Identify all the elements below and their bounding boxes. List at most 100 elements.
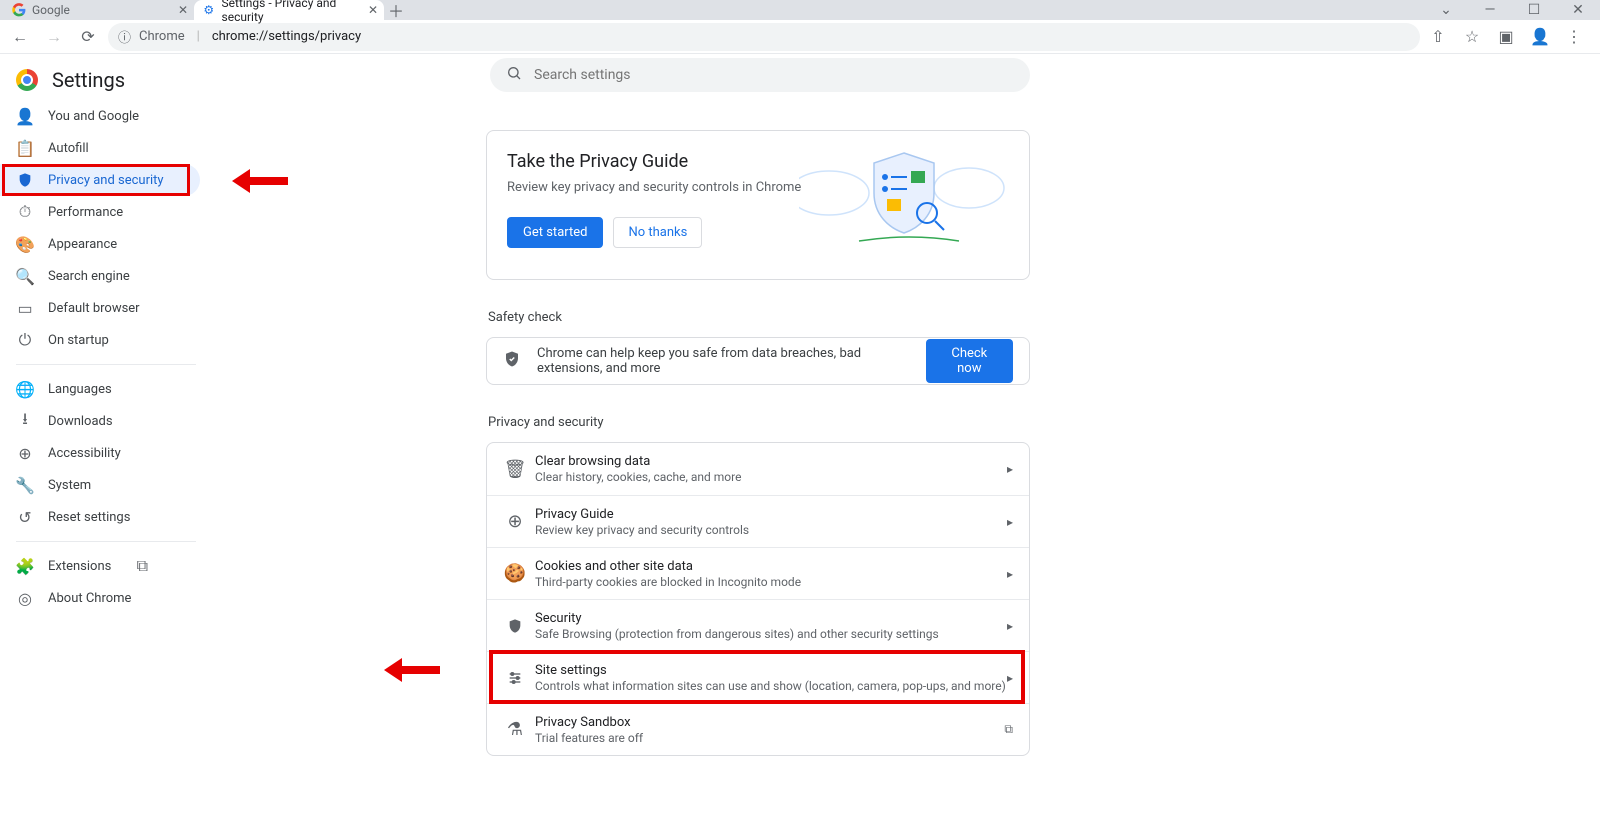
accessibility-icon: ⊕ xyxy=(16,444,34,462)
address-bar[interactable]: ⓘ Chrome | chrome://settings/privacy xyxy=(108,23,1420,51)
sidepanel-icon[interactable]: ▣ xyxy=(1494,27,1518,46)
row-cookies[interactable]: 🍪 Cookies and other site dataThird-party… xyxy=(487,547,1029,599)
menu-icon[interactable]: ⋮ xyxy=(1562,27,1586,46)
row-clear-browsing-data[interactable]: 🗑 Clear browsing dataClear history, cook… xyxy=(487,443,1029,495)
row-security[interactable]: SecuritySafe Browsing (protection from d… xyxy=(487,599,1029,651)
settings-sidebar: 👤You and Google 📋Autofill Privacy and se… xyxy=(0,100,200,614)
sidebar-item-downloads[interactable]: ⭳Downloads xyxy=(0,405,200,437)
search-settings[interactable] xyxy=(490,58,1030,92)
tab-title: Settings - Privacy and security xyxy=(222,0,376,24)
row-subtitle: Review key privacy and security controls xyxy=(535,523,1007,537)
reload-button[interactable]: ⟳ xyxy=(74,23,102,51)
annotation-arrow-icon xyxy=(372,658,442,682)
sidebar-item-about[interactable]: ◎About Chrome xyxy=(0,582,200,614)
row-subtitle: Controls what information sites can use … xyxy=(535,679,1007,693)
sidebar-item-default-browser[interactable]: ▭ Default browser xyxy=(0,292,200,324)
wrench-icon: 🔧 xyxy=(16,476,34,494)
external-link-icon: ⧉ xyxy=(1004,722,1013,737)
sidebar-item-label: Privacy and security xyxy=(48,173,164,188)
sidebar-item-label: Languages xyxy=(48,382,112,397)
chrome-logo-icon xyxy=(16,69,38,91)
row-subtitle: Clear history, cookies, cache, and more xyxy=(535,470,1007,484)
omnibox-url: chrome://settings/privacy xyxy=(212,29,361,44)
sliders-icon xyxy=(499,670,531,686)
google-favicon xyxy=(12,3,26,17)
sidebar-divider xyxy=(16,541,196,542)
sidebar-item-search-engine[interactable]: 🔍Search engine xyxy=(0,260,200,292)
sidebar-item-label: Accessibility xyxy=(48,446,121,461)
trash-icon: 🗑 xyxy=(499,459,531,480)
sidebar-item-accessibility[interactable]: ⊕ Accessibility xyxy=(0,437,200,469)
chevron-right-icon: ▸ xyxy=(1007,619,1013,633)
cookie-icon: 🍪 xyxy=(499,563,531,584)
search-icon xyxy=(506,65,522,85)
sidebar-item-label: Reset settings xyxy=(48,510,130,525)
browser-icon: ▭ xyxy=(16,299,34,317)
sidebar-item-label: Default browser xyxy=(48,301,140,316)
sidebar-item-performance[interactable]: ⏱Performance xyxy=(0,196,200,228)
sidebar-item-label: Downloads xyxy=(48,414,113,429)
chevron-right-icon: ▸ xyxy=(1007,462,1013,476)
annotation-arrow-icon xyxy=(220,169,290,193)
row-title: Site settings xyxy=(535,663,1007,678)
compass-icon: ⊕ xyxy=(499,511,531,532)
browser-toolbar: ← → ⟳ ⓘ Chrome | chrome://settings/priva… xyxy=(0,20,1600,54)
sidebar-item-on-startup[interactable]: ⏻On startup xyxy=(0,324,200,356)
privacy-guide-card: Take the Privacy Guide Review key privac… xyxy=(486,130,1030,280)
close-icon[interactable]: ✕ xyxy=(368,3,378,17)
shield-check-icon xyxy=(503,350,521,372)
chevron-right-icon: ▸ xyxy=(1007,567,1013,581)
back-button[interactable]: ← xyxy=(6,23,34,51)
bookmark-icon[interactable]: ☆ xyxy=(1460,27,1484,46)
chrome-icon: ◎ xyxy=(16,589,34,607)
check-now-button[interactable]: Check now xyxy=(926,339,1013,383)
main-content: Take the Privacy Guide Review key privac… xyxy=(486,130,1030,756)
profile-icon[interactable]: 👤 xyxy=(1528,27,1552,46)
sidebar-item-you-and-google[interactable]: 👤You and Google xyxy=(0,100,200,132)
browser-tab-google[interactable]: Google ✕ xyxy=(4,0,194,20)
tab-strip: Google ✕ ⚙ Settings - Privacy and securi… xyxy=(0,0,1600,20)
site-info-icon[interactable]: ⓘ xyxy=(118,27,131,46)
privacy-guide-illustration xyxy=(799,143,1009,253)
sidebar-item-autofill[interactable]: 📋Autofill xyxy=(0,132,200,164)
chevron-down-icon[interactable]: ⌄ xyxy=(1424,2,1468,18)
sidebar-item-appearance[interactable]: 🎨 Appearance xyxy=(0,228,200,260)
row-subtitle: Third-party cookies are blocked in Incog… xyxy=(535,575,1007,589)
browser-tab-settings[interactable]: ⚙ Settings - Privacy and security ✕ xyxy=(194,0,384,20)
row-title: Cookies and other site data xyxy=(535,559,1007,574)
maximize-icon[interactable]: ☐ xyxy=(1512,2,1556,18)
sidebar-item-reset[interactable]: ↺Reset settings xyxy=(0,501,200,533)
page-title: Settings xyxy=(52,68,125,92)
sidebar-item-languages[interactable]: 🌐Languages xyxy=(0,373,200,405)
safety-check-text: Chrome can help keep you safe from data … xyxy=(537,346,926,376)
close-window-icon[interactable]: ✕ xyxy=(1556,2,1600,18)
palette-icon: 🎨 xyxy=(16,235,34,253)
sidebar-item-label: Appearance xyxy=(48,237,117,252)
row-title: Privacy Sandbox xyxy=(535,715,1004,730)
row-privacy-guide[interactable]: ⊕ Privacy GuideReview key privacy and se… xyxy=(487,495,1029,547)
omnibox-scheme: Chrome xyxy=(139,29,185,44)
no-thanks-button[interactable]: No thanks xyxy=(613,217,702,248)
close-icon[interactable]: ✕ xyxy=(178,3,188,17)
privacy-security-list: 🗑 Clear browsing dataClear history, cook… xyxy=(486,442,1030,756)
sidebar-item-extensions[interactable]: 🧩Extensions⧉ xyxy=(0,550,200,582)
flask-icon: ⚗ xyxy=(499,719,531,740)
tab-title: Google xyxy=(32,3,70,17)
get-started-button[interactable]: Get started xyxy=(507,217,603,248)
puzzle-icon: 🧩 xyxy=(16,557,34,575)
row-subtitle: Trial features are off xyxy=(535,731,1004,745)
power-icon: ⏻ xyxy=(16,331,34,349)
minimize-icon[interactable]: — xyxy=(1468,2,1512,18)
search-input[interactable] xyxy=(534,67,1014,83)
row-site-settings[interactable]: Site settingsControls what information s… xyxy=(487,651,1029,703)
row-privacy-sandbox[interactable]: ⚗ Privacy SandboxTrial features are off … xyxy=(487,703,1029,755)
gear-icon: ⚙ xyxy=(202,3,216,17)
speedometer-icon: ⏱ xyxy=(16,203,34,221)
new-tab-button[interactable]: ＋ xyxy=(384,0,408,22)
sidebar-item-privacy-security[interactable]: Privacy and security xyxy=(0,164,200,196)
shield-icon xyxy=(16,171,34,189)
sidebar-item-system[interactable]: 🔧System xyxy=(0,469,200,501)
safety-check-card: Chrome can help keep you safe from data … xyxy=(486,337,1030,385)
forward-button[interactable]: → xyxy=(40,23,68,51)
share-icon[interactable]: ⇧ xyxy=(1426,27,1450,46)
